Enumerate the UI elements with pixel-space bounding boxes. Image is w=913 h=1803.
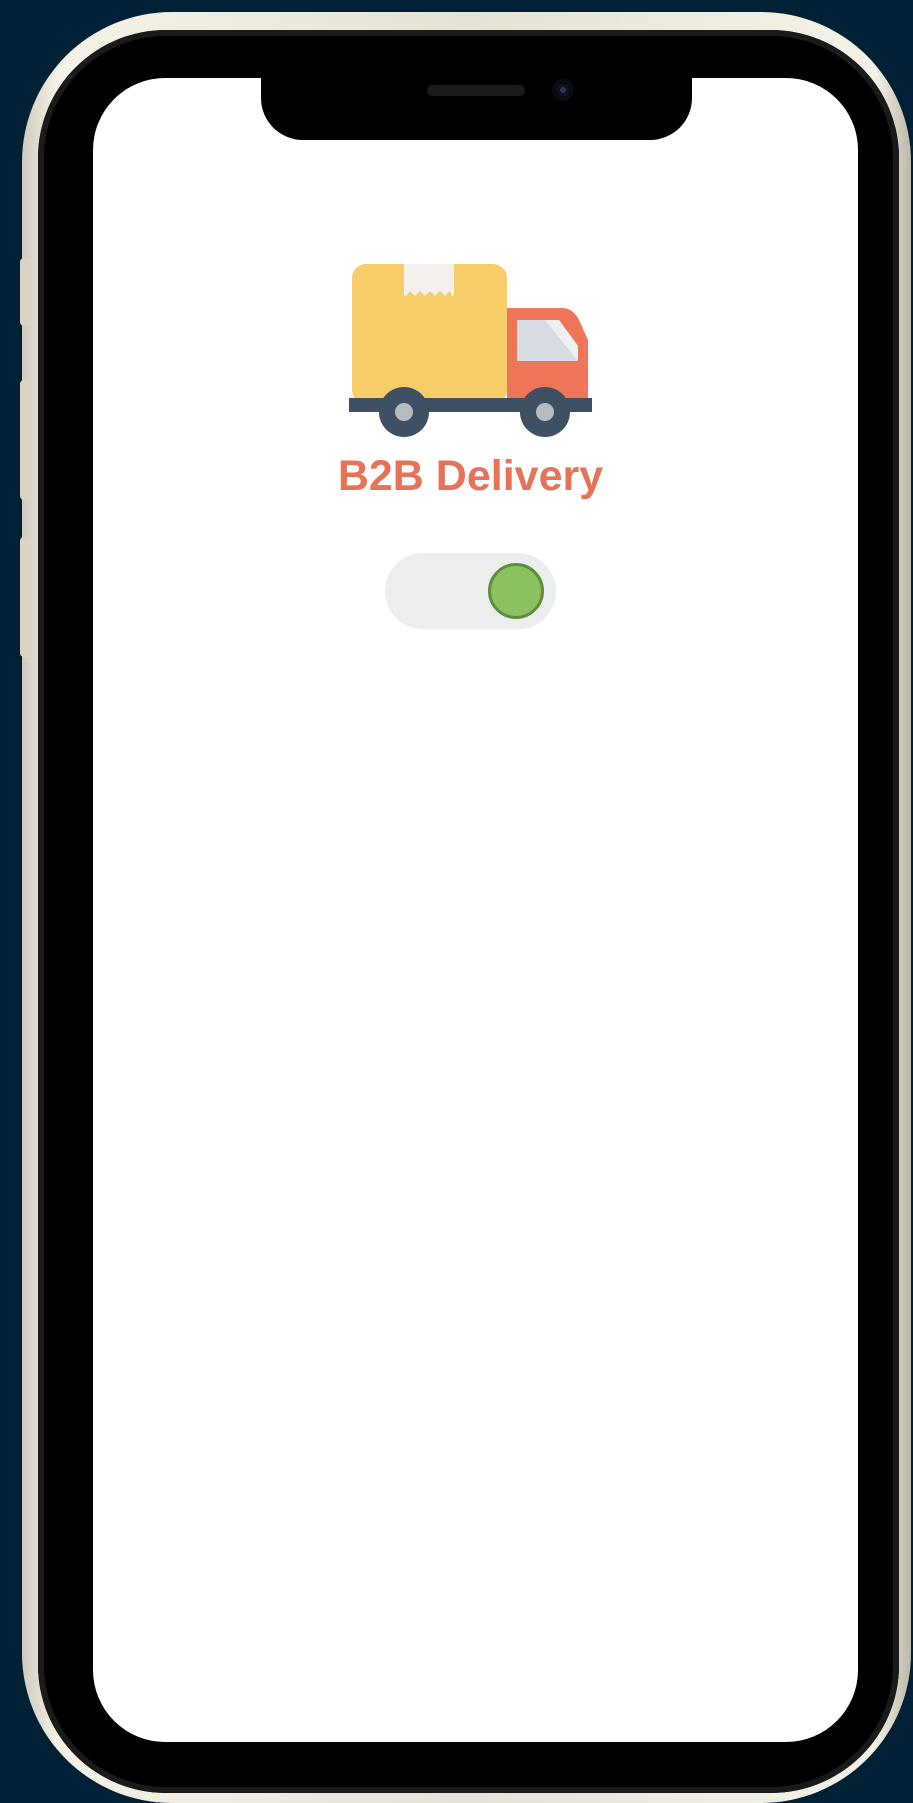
- app-title: B2B Delivery: [337, 452, 604, 500]
- delivery-truck-icon: [349, 264, 592, 437]
- speaker-grille: [427, 85, 525, 96]
- toggle-knob[interactable]: [488, 563, 544, 619]
- phone-side-button: [20, 380, 29, 500]
- phone-notch: [261, 68, 692, 140]
- phone-side-button: [20, 258, 29, 326]
- delivery-toggle[interactable]: [385, 553, 556, 629]
- front-camera-icon: [552, 79, 574, 101]
- phone-side-button: [20, 537, 29, 657]
